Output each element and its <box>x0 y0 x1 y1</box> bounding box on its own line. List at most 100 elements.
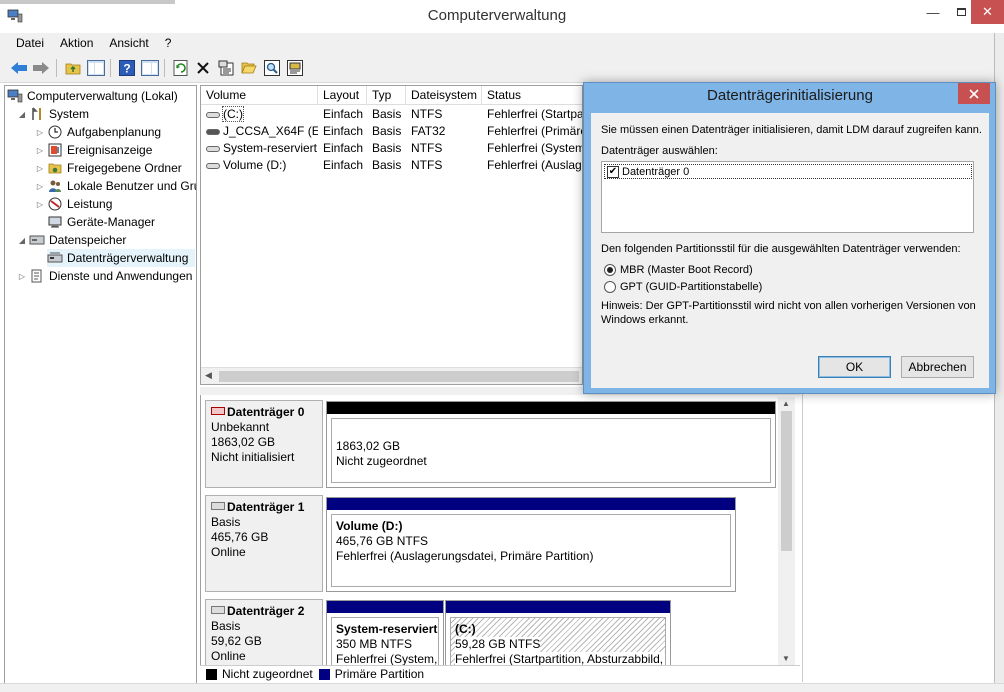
tree-item-label: Datenspeicher <box>49 233 127 247</box>
open-folder-icon[interactable] <box>240 59 258 77</box>
hint-text-line-2: Windows erkannt. <box>601 314 689 326</box>
disk-state: Nicht initialisiert <box>211 450 295 464</box>
tree-item-aufgabenplanung[interactable]: ▷ Aufgabenplanung <box>35 123 161 141</box>
collapse-icon[interactable]: ◢ <box>17 110 27 119</box>
delete-icon[interactable] <box>194 59 212 77</box>
help-icon[interactable]: ? <box>118 59 136 77</box>
services-icon <box>29 268 45 284</box>
gpt-label[interactable]: GPT (GUID-Partitionstabelle) <box>620 281 762 293</box>
table-row[interactable]: Volume (D:) Einfach Basis NTFS Fehlerfre… <box>201 157 582 174</box>
scrollbar-thumb[interactable] <box>781 411 792 551</box>
partition-status: Fehlerfrei (Startpartition, Absturzabbil… <box>455 652 665 665</box>
tree-item-datenspeicher[interactable]: ◢ Datenspeicher <box>17 231 126 249</box>
scroll-left-icon[interactable]: ◀ <box>205 370 212 381</box>
horizontal-scrollbar[interactable]: ◀ <box>201 367 582 384</box>
disk-2-label[interactable]: Datenträger 2 Basis 59,62 GB Online <box>205 599 323 665</box>
show-tree-icon[interactable] <box>87 59 105 77</box>
tree-item-geraete-manager[interactable]: Geräte-Manager <box>47 213 155 231</box>
forward-icon[interactable] <box>32 59 50 77</box>
disk-name: Datenträger 2 <box>227 604 305 618</box>
back-icon[interactable] <box>10 59 28 77</box>
partition-c[interactable]: (C:) 59,28 GB NTFS Fehlerfrei (Startpart… <box>445 600 671 665</box>
svg-text:?: ? <box>123 62 130 76</box>
column-header-dateisystem[interactable]: Dateisystem <box>406 86 482 105</box>
column-header-typ[interactable]: Typ <box>367 86 406 105</box>
tree-item-lokale-benutzer[interactable]: ▷ Lokale Benutzer und Gruppen <box>35 177 196 195</box>
disk-name: Datenträger 0 <box>227 405 305 419</box>
device-manager-icon <box>47 214 63 230</box>
tree-item-dienste[interactable]: ▷ Dienste und Anwendungen <box>17 267 193 285</box>
partition-size: 465,76 GB NTFS <box>336 534 429 548</box>
expand-icon[interactable]: ▷ <box>17 272 27 281</box>
volume-list: Volume Layout Typ Dateisystem Status (C:… <box>200 85 583 385</box>
show-action-pane-icon[interactable] <box>141 59 159 77</box>
dialog-body: Sie müssen einen Datenträger initialisie… <box>591 113 989 388</box>
partition-name: Volume (D:) <box>336 519 403 533</box>
scroll-up-icon[interactable]: ▲ <box>782 399 790 408</box>
disk-properties-icon[interactable] <box>286 59 304 77</box>
dialog-close-button[interactable] <box>958 83 990 104</box>
tree-item-ereignisanzeige[interactable]: ▷ Ereignisanzeige <box>35 141 152 159</box>
tree-item-label: Ereignisanzeige <box>67 143 153 157</box>
table-row[interactable]: System-reserviert Einfach Basis NTFS Feh… <box>201 140 583 157</box>
maximize-button[interactable] <box>951 0 971 24</box>
disk-1-label[interactable]: Datenträger 1 Basis 465,76 GB Online <box>205 495 323 592</box>
partition-unallocated[interactable]: 1863,02 GB Nicht zugeordnet <box>326 401 776 488</box>
console-tree: Computerverwaltung (Lokal) ◢ System ▷ Au… <box>4 85 197 685</box>
dialog-title: Datenträgerinitialisierung <box>707 87 873 104</box>
column-header-layout[interactable]: Layout <box>318 86 367 105</box>
menu-help[interactable]: ? <box>157 33 180 53</box>
expand-icon[interactable]: ▷ <box>35 146 45 155</box>
menu-aktion[interactable]: Aktion <box>52 33 101 53</box>
close-icon <box>969 88 979 99</box>
disk-type: Basis <box>211 515 241 529</box>
list-item[interactable]: ✔ Datenträger 0 <box>604 164 972 179</box>
ok-button[interactable]: OK <box>818 356 891 378</box>
search-disk-icon[interactable] <box>263 59 281 77</box>
tree-item-label: System <box>49 107 90 121</box>
mbr-label[interactable]: MBR (Master Boot Record) <box>620 264 753 276</box>
tree-item-freigegebene-ordner[interactable]: ▷ Freigegebene Ordner <box>35 159 182 177</box>
partition-volume-d[interactable]: Volume (D:) 465,76 GB NTFS Fehlerfrei (A… <box>326 497 736 592</box>
expand-icon[interactable]: ▷ <box>35 128 45 137</box>
expand-icon[interactable]: ▷ <box>35 200 45 209</box>
menu-ansicht[interactable]: Ansicht <box>101 33 156 53</box>
minimize-button[interactable]: — <box>915 0 951 24</box>
column-header-status[interactable]: Status <box>482 86 582 105</box>
table-row[interactable]: J_CCSA_X64F (E:) Einfach Basis FAT32 Feh… <box>201 123 582 140</box>
tree-item-root[interactable]: Computerverwaltung (Lokal) <box>7 87 178 105</box>
mbr-radio[interactable] <box>604 264 616 276</box>
scrollbar-thumb[interactable] <box>219 371 579 382</box>
properties-icon[interactable] <box>217 59 235 77</box>
toolbar-separator <box>164 59 165 77</box>
disk-checkbox[interactable]: ✔ <box>607 165 619 178</box>
cell-dateisystem: FAT32 <box>411 124 446 138</box>
collapse-icon[interactable]: ◢ <box>17 236 27 245</box>
toolbar-separator <box>56 59 57 77</box>
refresh-icon[interactable] <box>172 59 190 77</box>
tree-item-leistung[interactable]: ▷ Leistung <box>35 195 112 213</box>
menu-datei[interactable]: Datei <box>0 33 52 53</box>
removable-drive-icon <box>206 128 220 135</box>
cell-typ: Basis <box>372 107 402 121</box>
disk-state: Online <box>211 545 246 559</box>
disk-0-label[interactable]: Datenträger 0 Unbekannt 1863,02 GB Nicht… <box>205 400 323 488</box>
up-folder-icon[interactable] <box>64 59 82 77</box>
disk-map-vertical-scrollbar[interactable]: ▲ ▼ <box>778 397 795 665</box>
legend-primary-label: Primäre Partition <box>334 667 425 681</box>
cancel-button[interactable]: Abbrechen <box>901 356 974 378</box>
table-row[interactable]: (C:) Einfach Basis NTFS Fehlerfrei (Star… <box>201 106 582 123</box>
expand-icon[interactable]: ▷ <box>35 164 45 173</box>
gpt-radio[interactable] <box>604 281 616 293</box>
partition-system-reserved[interactable]: System-reserviert 350 MB NTFS Fehlerfrei… <box>326 600 444 665</box>
scroll-down-icon[interactable]: ▼ <box>782 654 790 663</box>
disk-size: 1863,02 GB <box>211 435 276 449</box>
uninitialized-disk-icon <box>211 407 225 415</box>
tree-item-system[interactable]: ◢ System <box>17 105 89 123</box>
close-button[interactable]: ✕ <box>971 0 1004 24</box>
cell-status: Fehlerfrei (System, <box>487 141 583 155</box>
tree-item-datentraegerverwaltung[interactable]: Datenträgerverwaltung <box>47 249 195 267</box>
expand-icon[interactable]: ▷ <box>35 182 45 191</box>
cell-dateisystem: NTFS <box>411 141 443 155</box>
column-header-volume[interactable]: Volume <box>201 86 318 105</box>
